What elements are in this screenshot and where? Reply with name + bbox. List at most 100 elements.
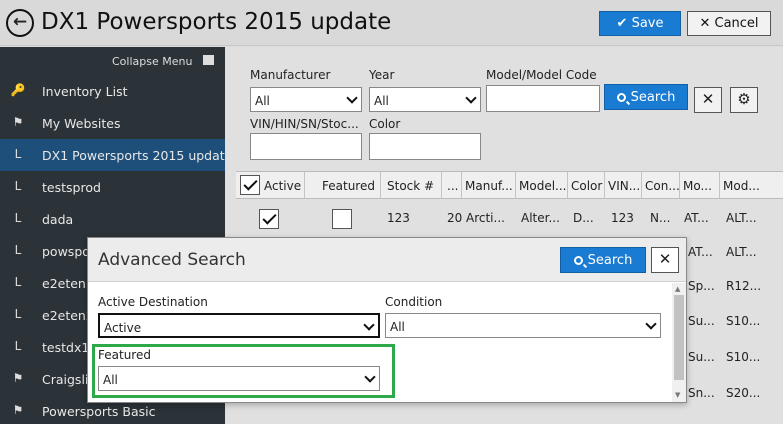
featured-select[interactable]: All xyxy=(98,366,380,391)
column-divider xyxy=(441,172,442,198)
column-header-manufacturer[interactable]: Manuf... xyxy=(465,179,513,193)
model-label: Model/Model Code xyxy=(486,68,597,82)
column-header-condition[interactable]: Con... xyxy=(645,179,680,193)
back-button[interactable]: ← xyxy=(6,9,34,37)
page-title: DX1 Powersports 2015 update xyxy=(41,9,392,35)
column-divider xyxy=(641,172,642,198)
manufacturer-select[interactable]: All xyxy=(250,87,362,112)
cell-model-year: Sn... xyxy=(688,386,715,400)
sidebar-item-dada[interactable]: ᒪ dada xyxy=(0,203,225,235)
flag-icon: ⚑ xyxy=(12,371,24,385)
color-input[interactable] xyxy=(369,133,481,160)
column-header-color[interactable]: Color xyxy=(571,179,602,193)
dialog-search-label: Search xyxy=(587,253,633,268)
year-label: Year xyxy=(369,68,395,82)
sidebar-item-my-websites[interactable]: ⚑ My Websites xyxy=(0,107,225,139)
search-button[interactable]: Search xyxy=(604,84,688,110)
cancel-label: Cancel xyxy=(714,16,759,31)
column-divider xyxy=(380,172,381,198)
sidebar-item-label: DX1 Powersports 2015 update xyxy=(42,148,225,163)
dialog-close-button[interactable]: ✕ xyxy=(651,247,679,273)
column-divider xyxy=(604,172,605,198)
sidebar-item-label: e2etenr xyxy=(42,276,91,291)
column-header-featured[interactable]: Featured xyxy=(322,179,375,193)
vin-input[interactable] xyxy=(250,133,362,160)
sidebar-item-testsprod[interactable]: ᒪ testsprod xyxy=(0,171,225,203)
column-header-stock[interactable]: Stock # xyxy=(387,179,434,193)
grid-header: Active Featured Stock # ... Manuf... Mod… xyxy=(236,171,783,199)
column-divider xyxy=(567,172,568,198)
subitem-icon: ᒪ xyxy=(14,179,22,193)
column-header-year[interactable]: ... xyxy=(447,179,458,193)
chevron-down-icon xyxy=(465,92,477,104)
active-destination-select[interactable]: Active xyxy=(98,313,380,338)
featured-value: All xyxy=(103,373,118,387)
back-arrow-icon: ← xyxy=(12,12,28,32)
scrollbar-thumb[interactable] xyxy=(674,295,684,380)
cell-model-code: S20... xyxy=(726,386,761,400)
page-header: ← DX1 Powersports 2015 update ✔ Save ✕ C… xyxy=(0,0,783,46)
chevron-down-icon xyxy=(364,371,376,383)
subitem-icon: ᒪ xyxy=(14,147,22,161)
sidebar-item-dx1-powersports[interactable]: ᒪ DX1 Powersports 2015 update xyxy=(0,139,225,171)
search-icon xyxy=(573,256,583,265)
collapse-menu-icon xyxy=(203,55,214,65)
cell-vin: 123 xyxy=(611,211,634,225)
sidebar-item-label: testsprod xyxy=(42,180,101,195)
cell-condition: N... xyxy=(650,211,671,225)
chevron-down-icon xyxy=(645,318,657,330)
select-all-checkbox[interactable] xyxy=(240,175,260,195)
gear-icon: ⚙ xyxy=(737,90,751,108)
settings-button[interactable]: ⚙ xyxy=(730,87,758,113)
active-destination-label: Active Destination xyxy=(98,295,208,309)
cell-model-year: Su... xyxy=(688,350,715,364)
clear-filters-button[interactable]: ✕ xyxy=(694,87,722,113)
cancel-button[interactable]: ✕ Cancel xyxy=(687,11,771,36)
cell-model-code: ALT... xyxy=(726,245,757,259)
sidebar-item-label: My Websites xyxy=(42,116,121,131)
manufacturer-value: All xyxy=(255,94,270,108)
search-icon xyxy=(616,93,626,102)
scroll-up-icon[interactable]: ▲ xyxy=(675,285,680,293)
cell-year: 20 xyxy=(447,211,463,225)
subitem-icon: ᒪ xyxy=(14,339,22,353)
active-checkbox[interactable] xyxy=(259,209,279,229)
dialog-title: Advanced Search xyxy=(98,250,246,270)
column-header-active[interactable]: Active xyxy=(264,179,301,193)
subitem-icon: ᒪ xyxy=(14,211,22,225)
featured-label: Featured xyxy=(98,348,151,362)
active-destination-value: Active xyxy=(104,321,142,335)
subitem-icon: ᒪ xyxy=(14,307,22,321)
dialog-search-button[interactable]: Search xyxy=(560,247,646,273)
cell-model-year: Su... xyxy=(688,314,715,328)
cell-model-year: AT... xyxy=(684,211,709,225)
column-header-vin[interactable]: VIN... xyxy=(608,179,640,193)
flag-icon: ⚑ xyxy=(12,403,24,417)
sidebar-item-inventory-list[interactable]: 🔑 Inventory List xyxy=(0,75,225,107)
condition-select[interactable]: All xyxy=(385,313,661,338)
year-select[interactable]: All xyxy=(369,87,481,112)
vin-label: VIN/HIN/SN/Stoc... xyxy=(250,117,359,131)
column-divider xyxy=(515,172,516,198)
dialog-scrollbar[interactable]: ▲ ▼ xyxy=(672,283,686,402)
condition-label: Condition xyxy=(385,295,443,309)
column-header-model-code[interactable]: Mod... xyxy=(723,179,760,193)
scroll-down-icon[interactable]: ▼ xyxy=(675,391,680,399)
year-value: All xyxy=(374,94,389,108)
column-header-model-year[interactable]: Mo... xyxy=(683,179,712,193)
close-icon: ✕ xyxy=(658,250,672,268)
save-button[interactable]: ✔ Save xyxy=(599,11,681,36)
column-header-model[interactable]: Model... xyxy=(519,179,566,193)
chevron-down-icon xyxy=(363,319,375,331)
column-divider xyxy=(719,172,720,198)
featured-checkbox[interactable] xyxy=(332,209,352,229)
save-label: Save xyxy=(631,16,664,31)
sidebar-item-label: testdx1 xyxy=(42,340,90,355)
model-input[interactable] xyxy=(486,85,600,112)
manufacturer-label: Manufacturer xyxy=(250,68,331,82)
dialog-header: Advanced Search Search ✕ xyxy=(88,238,686,282)
cell-stock: 123 xyxy=(387,211,410,225)
checkmark-icon: ✔ xyxy=(616,16,628,31)
cell-manufacturer: Arcti... xyxy=(466,211,505,225)
collapse-menu-button[interactable]: Collapse Menu xyxy=(0,47,225,74)
